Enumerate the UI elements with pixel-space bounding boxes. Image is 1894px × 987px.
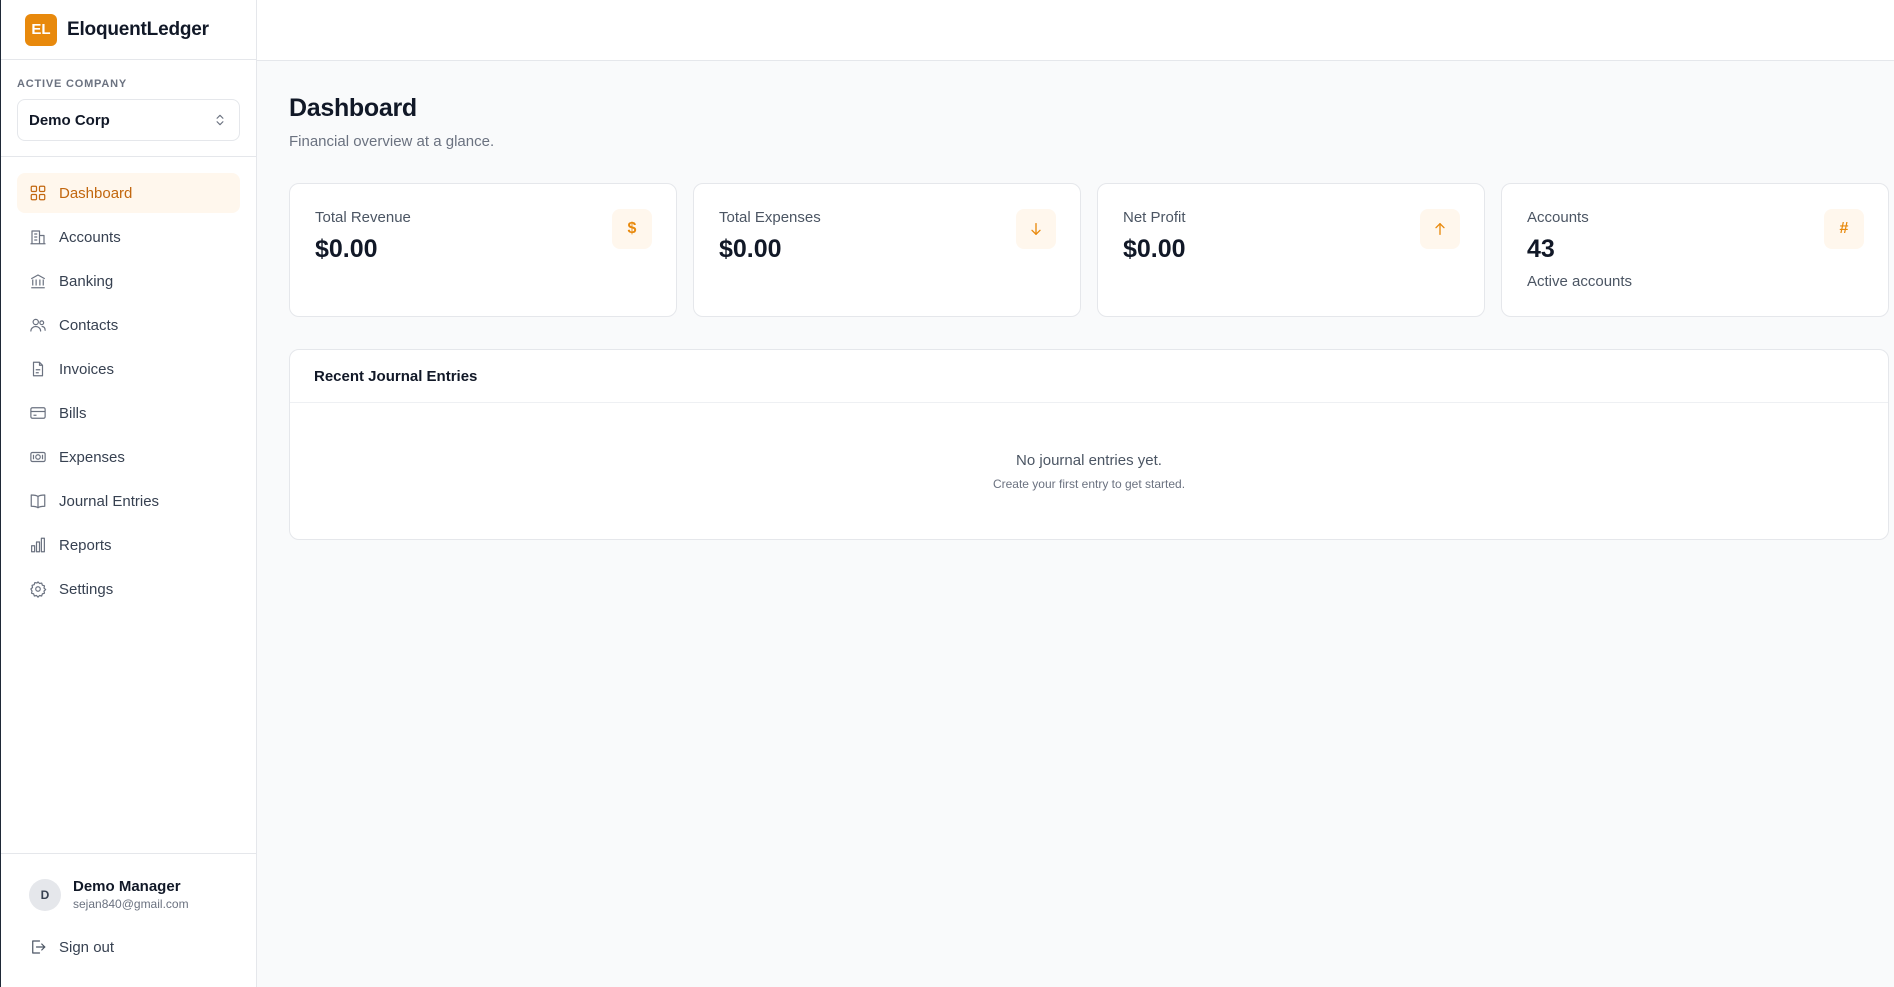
sidebar-item-label: Banking — [59, 272, 114, 290]
stat-label: Net Profit — [1123, 209, 1186, 226]
arrow-up-icon — [1420, 209, 1460, 249]
panel-title: Recent Journal Entries — [290, 350, 1888, 403]
sidebar-item-contacts[interactable]: Contacts — [17, 305, 240, 345]
sidebar-nav: Dashboard Accounts Banking Contacts Invo… — [1, 157, 256, 853]
company-label: ACTIVE COMPANY — [17, 78, 128, 90]
arrow-down-icon — [1016, 209, 1056, 249]
banknote-icon — [30, 451, 46, 463]
empty-state-subtitle: Create your first entry to get started. — [992, 476, 1186, 491]
stat-label: Accounts — [1527, 209, 1589, 226]
sidebar-item-banking[interactable]: Banking — [17, 261, 240, 301]
main-area: Dashboard Financial overview at a glance… — [257, 0, 1894, 987]
dashboard-grid-icon — [30, 185, 46, 201]
stats-row: Total Revenue $0.00 $ Total Expenses $0.… — [289, 183, 1894, 317]
sidebar-item-expenses[interactable]: Expenses — [17, 437, 240, 477]
user-email: sejan840@gmail.com — [73, 897, 189, 911]
users-icon — [30, 318, 46, 332]
brand-logo: EL — [25, 13, 57, 46]
chevrons-up-down-icon — [216, 114, 224, 126]
stat-value: 43 — [1527, 235, 1555, 263]
sidebar-item-label: Settings — [59, 580, 114, 598]
log-out-icon — [32, 940, 46, 954]
avatar: D — [29, 878, 61, 911]
sidebar-item-bills[interactable]: Bills — [17, 393, 240, 433]
stat-value: $0.00 — [1123, 235, 1186, 263]
recent-journal-entries-panel: Recent Journal Entries No journal entrie… — [289, 349, 1889, 540]
brand[interactable]: EL EloquentLedger — [1, 0, 256, 60]
sign-out-button[interactable]: Sign out — [17, 927, 240, 967]
sidebar-item-label: Expenses — [59, 448, 125, 466]
stat-card-total-revenue: Total Revenue $0.00 $ — [289, 183, 677, 317]
hash-icon: # — [1824, 209, 1864, 249]
top-bar — [257, 0, 1894, 61]
credit-card-icon — [30, 407, 46, 419]
sidebar-footer: D Demo Manager sejan840@gmail.com Sign o… — [1, 853, 256, 987]
sign-out-label: Sign out — [59, 938, 115, 956]
sidebar-item-journal-entries[interactable]: Journal Entries — [17, 481, 240, 521]
bank-icon — [30, 274, 46, 289]
stat-card-net-profit: Net Profit $0.00 — [1097, 183, 1485, 317]
page-title: Dashboard — [289, 94, 417, 122]
book-icon — [30, 494, 46, 509]
sidebar-item-label: Contacts — [59, 316, 119, 334]
app-shell: EL EloquentLedger ACTIVE COMPANY Demo Co… — [0, 0, 1894, 987]
building-icon — [30, 230, 46, 245]
user-profile[interactable]: D Demo Manager sejan840@gmail.com — [17, 868, 240, 921]
dollar-icon: $ — [612, 209, 652, 249]
user-info: Demo Manager sejan840@gmail.com — [73, 878, 189, 911]
stat-card-accounts: Accounts 43 Active accounts # — [1501, 183, 1889, 317]
bar-chart-icon — [31, 537, 45, 553]
sidebar-item-label: Bills — [59, 404, 87, 422]
gear-icon — [30, 581, 47, 598]
sidebar-item-reports[interactable]: Reports — [17, 525, 240, 565]
company-select[interactable]: Demo Corp — [17, 99, 240, 141]
page-subtitle: Financial overview at a glance. — [289, 133, 495, 150]
sidebar-item-label: Reports — [59, 536, 112, 554]
user-name: Demo Manager — [73, 878, 181, 895]
page-content: Dashboard Financial overview at a glance… — [257, 61, 1894, 540]
stat-value: $0.00 — [315, 235, 378, 263]
sidebar-item-dashboard[interactable]: Dashboard — [17, 173, 240, 213]
sidebar-item-invoices[interactable]: Invoices — [17, 349, 240, 389]
sidebar-item-settings[interactable]: Settings — [17, 569, 240, 609]
stat-card-total-expenses: Total Expenses $0.00 — [693, 183, 1081, 317]
file-icon — [32, 361, 44, 377]
brand-name: EloquentLedger — [67, 18, 209, 40]
sidebar-item-label: Accounts — [59, 228, 121, 246]
sidebar: EL EloquentLedger ACTIVE COMPANY Demo Co… — [0, 0, 257, 987]
sidebar-item-label: Invoices — [59, 360, 115, 378]
empty-state-title: No journal entries yet. — [1016, 451, 1162, 469]
sidebar-item-label: Journal Entries — [59, 492, 160, 510]
company-switcher: ACTIVE COMPANY Demo Corp — [1, 60, 256, 157]
stat-label: Total Revenue — [315, 209, 411, 226]
company-select-value: Demo Corp — [29, 111, 110, 129]
empty-state: No journal entries yet. Create your firs… — [290, 403, 1888, 539]
sidebar-item-label: Dashboard — [59, 184, 133, 202]
stat-label: Total Expenses — [719, 209, 821, 226]
sidebar-item-accounts[interactable]: Accounts — [17, 217, 240, 257]
stat-value: $0.00 — [719, 235, 782, 263]
stat-subtext: Active accounts — [1527, 273, 1633, 290]
